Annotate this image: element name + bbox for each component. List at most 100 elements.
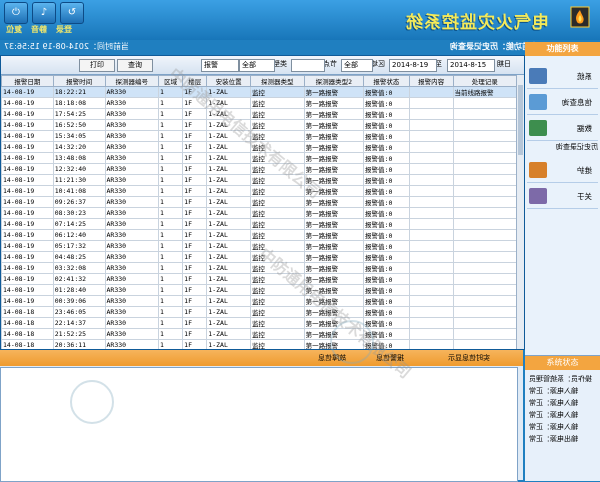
table-row[interactable]: 14-08-19 16:52:50 AR330 1 1F 1-ZAL 监控 第一路报警 报警值:…: [1, 119, 518, 131]
table-row[interactable]: 14-08-19 01:28:40 AR330 1 1F 1-ZAL 监控 第一路报警 报警值:…: [1, 284, 518, 296]
table-cell: AR330: [104, 196, 160, 208]
table-row[interactable]: 14-08-19 13:48:08 AR330 1 1F 1-ZAL 监控 第一路报警 报警值:…: [1, 152, 518, 164]
table-row[interactable]: 14-08-19 17:54:25 AR330 1 1F 1-ZAL 监控 第一路报警 报警值:…: [1, 108, 518, 120]
table-row[interactable]: 14-08-19 15:34:05 AR330 1 1F 1-ZAL 监控 第一路报警 报警值:…: [1, 130, 518, 142]
table-cell: 1-ZAL: [206, 306, 252, 318]
table-cell: 报警值:0: [363, 163, 410, 175]
type-select[interactable]: 全部: [239, 59, 275, 72]
column-header[interactable]: 处理记录: [452, 75, 518, 87]
table-cell: 14-08-19: [1, 130, 54, 142]
end-date-input[interactable]: 2014-8-19: [389, 59, 437, 72]
sidebar-item-about[interactable]: 关于: [527, 184, 598, 209]
column-header[interactable]: 探测器类型: [250, 75, 305, 87]
column-header[interactable]: 探测器编号: [104, 75, 160, 87]
table-cell: 1-ZAL: [206, 295, 252, 307]
table-row[interactable]: 14-08-18 21:52:25 AR330 1 1F 1-ZAL 监控 第一路报警 报警值:…: [1, 328, 518, 340]
realtime-info-tab[interactable]: 实时信息显示: [448, 353, 490, 363]
table-row[interactable]: 14-08-19 14:32:20 AR330 1 1F 1-ZAL 监控 第一路报警 报警值:…: [1, 141, 518, 153]
table-row[interactable]: 14-08-19 10:41:08 AR330 1 1F 1-ZAL 监控 第一路报警 报警值:…: [1, 185, 518, 197]
table-cell: 监控: [250, 218, 305, 230]
column-header[interactable]: 报警日期: [1, 75, 54, 87]
table-cell: 第一路报警: [303, 251, 365, 263]
table-cell: AR330: [104, 97, 160, 109]
table-row[interactable]: 14-08-19 00:39:06 AR330 1 1F 1-ZAL 监控 第一路报警 报警值:…: [1, 295, 518, 307]
sidebar-item-maintain[interactable]: 维护: [527, 158, 598, 183]
table-row[interactable]: 14-08-18 22:14:37 AR330 1 1F 1-ZAL 监控 第一路报警 报警值:…: [1, 317, 518, 329]
login-icon[interactable]: ⏻: [4, 2, 28, 24]
column-header[interactable]: 楼层: [182, 75, 208, 87]
fault-radio[interactable]: 故障信息: [318, 353, 346, 363]
table-row[interactable]: 14-08-19 09:26:37 AR330 1 1F 1-ZAL 监控 第一路报警 报警值:…: [1, 196, 518, 208]
table-row[interactable]: 14-08-18 20:36:11 AR330 1 1F 1-ZAL 监控 第一路报警 报警值:…: [1, 339, 518, 349]
node-input[interactable]: [291, 59, 325, 72]
table-cell: AR330: [104, 284, 160, 296]
table-row[interactable]: 14-08-19 11:21:30 AR330 1 1F 1-ZAL 监控 第一路报警 报警值:…: [1, 174, 518, 186]
table-cell: 监控: [250, 141, 305, 153]
column-header[interactable]: 报警状态: [363, 75, 410, 87]
table-cell: 第一路报警: [303, 229, 365, 241]
table-cell: 1-ZAL: [206, 229, 252, 241]
alarm-radio[interactable]: 报警信息: [376, 353, 404, 363]
table-cell: 监控: [250, 174, 305, 186]
alarm-select[interactable]: 报警: [201, 59, 239, 72]
table-row[interactable]: 14-08-19 12:32:40 AR330 1 1F 1-ZAL 监控 第一路报警 报警值:…: [1, 163, 518, 175]
table-cell: 14-08-18: [1, 306, 54, 318]
table-cell: 1-ZAL: [206, 130, 252, 142]
start-date-input[interactable]: 2014-8-15: [447, 59, 495, 72]
table-cell: 1F: [182, 174, 208, 186]
reset-icon[interactable]: ↺: [60, 2, 84, 24]
login-label[interactable]: 登录: [56, 24, 72, 35]
table-row[interactable]: 14-08-19 04:48:25 AR330 1 1F 1-ZAL 监控 第一路报警 报警值:…: [1, 251, 518, 263]
scroll-thumb[interactable]: [518, 85, 523, 155]
table-cell: [408, 284, 454, 296]
column-header[interactable]: 报警时间: [52, 75, 106, 87]
table-cell: [408, 251, 454, 263]
table-cell: 11:21:30: [52, 174, 106, 186]
table-cell: 1-ZAL: [206, 240, 252, 252]
area-select[interactable]: 全部: [341, 59, 373, 72]
table-cell: AR330: [104, 86, 160, 98]
table-row[interactable]: 14-08-19 03:32:08 AR330 1 1F 1-ZAL 监控 第一路报警 报警值:…: [1, 262, 518, 274]
sidebar-subitem-history[interactable]: 历史记录查询: [533, 142, 598, 153]
table-cell: AR330: [104, 207, 160, 219]
table-cell: 1-ZAL: [206, 339, 252, 349]
table-row[interactable]: 14-08-19 05:17:32 AR330 1 1F 1-ZAL 监控 第一路报警 报警值:…: [1, 240, 518, 252]
table-cell: 报警值:0: [363, 86, 410, 98]
reset-label[interactable]: 复位: [6, 24, 22, 35]
table-cell: [408, 108, 454, 120]
table-cell: 1F: [182, 185, 208, 197]
table-cell: [452, 152, 518, 164]
mute-label[interactable]: 静音: [31, 24, 47, 35]
table-cell: 1: [158, 174, 184, 186]
table-row[interactable]: 14-08-19 08:30:23 AR330 1 1F 1-ZAL 监控 第一路报警 报警值:…: [1, 207, 518, 219]
table-cell: 06:12:40: [52, 229, 106, 241]
sidebar-item-system[interactable]: 系统: [527, 64, 598, 89]
table-row[interactable]: 14-08-19 07:14:25 AR330 1 1F 1-ZAL 监控 第一路报警 报警值:…: [1, 218, 518, 230]
column-header[interactable]: 安装位置: [206, 75, 252, 87]
vertical-scrollbar[interactable]: [516, 75, 524, 349]
system-icon: [529, 68, 547, 84]
table-row[interactable]: 14-08-19 02:41:32 AR330 1 1F 1-ZAL 监控 第一路报警 报警值:…: [1, 273, 518, 285]
window-button-group: ⏻ ♪ ↺: [4, 2, 84, 24]
query-button[interactable]: 查询: [117, 59, 153, 72]
table-cell: [408, 273, 454, 285]
table-row[interactable]: 14-08-19 18:18:08 AR330 1 1F 1-ZAL 监控 第一路报警 报警值:…: [1, 97, 518, 109]
table-row[interactable]: 14-08-19 06:12:40 AR330 1 1F 1-ZAL 监控 第一路报警 报警值:…: [1, 229, 518, 241]
sidebar-item-info[interactable]: 信息查询: [527, 90, 598, 115]
table-cell: [408, 130, 454, 142]
table-cell: [452, 295, 518, 307]
table-cell: 10:41:08: [52, 185, 106, 197]
table-cell: 监控: [250, 86, 305, 98]
print-button[interactable]: 打印: [79, 59, 115, 72]
column-header[interactable]: 报警内容: [408, 75, 454, 87]
table-row[interactable]: 14-08-18 23:46:05 AR330 1 1F 1-ZAL 监控 第一路报警 报警值:…: [1, 306, 518, 318]
table-cell: AR330: [104, 262, 160, 274]
bottom-tab-bar: 实时信息显示 报警信息 故障信息: [0, 350, 523, 366]
table-cell: [452, 185, 518, 197]
table-row[interactable]: 14-08-19 18:22:21 AR330 1 1F 1-ZAL 监控 第一路报警 报警值:…: [1, 86, 518, 98]
column-header[interactable]: 探测器类型2: [303, 75, 365, 87]
sidebar-item-data[interactable]: 数据: [527, 116, 598, 141]
column-header[interactable]: 区域: [158, 75, 184, 87]
table-cell: 14-08-18: [1, 317, 54, 329]
mute-icon[interactable]: ♪: [32, 2, 56, 24]
